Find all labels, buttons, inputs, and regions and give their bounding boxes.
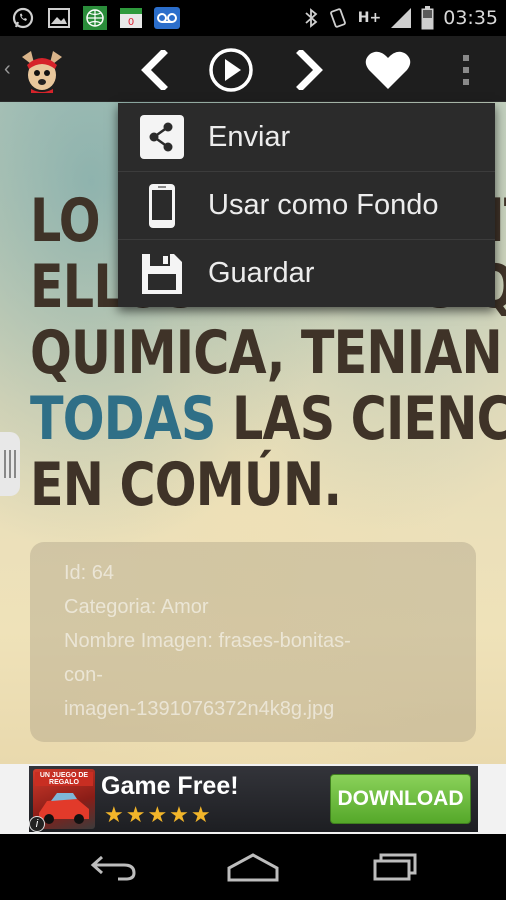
overflow-menu-icon (463, 55, 469, 85)
image-name-line-3: imagen-1391076372n4k8g.jpg (64, 698, 335, 720)
globe-icon (82, 5, 108, 31)
menu-label-usar-como-fondo: Usar como Fondo (208, 189, 439, 221)
drawer-handle[interactable] (0, 432, 20, 496)
image-category: Categoria: Amor (64, 596, 209, 618)
image-icon (46, 5, 72, 31)
menu-item-usar-como-fondo[interactable]: Usar como Fondo (118, 171, 495, 239)
clock: 03:35 (443, 7, 498, 29)
image-name-line-1: Nombre Imagen: frases-bonitas- (64, 630, 351, 652)
next-icon (296, 50, 323, 90)
home-button[interactable] (218, 846, 288, 888)
ad-download-button[interactable]: DOWNLOAD (330, 774, 471, 824)
recent-apps-button[interactable] (360, 846, 430, 888)
back-icon (90, 855, 136, 881)
app-logo[interactable] (17, 45, 67, 95)
menu-label-guardar: Guardar (208, 257, 315, 289)
voicemail-icon (154, 5, 180, 31)
recent-apps-icon (373, 853, 417, 881)
whatsapp-icon (10, 5, 36, 31)
bluetooth-icon (305, 8, 318, 28)
ad-info-icon[interactable]: i (29, 816, 45, 832)
svg-text:0: 0 (128, 17, 134, 28)
overflow-menu-button[interactable] (440, 44, 492, 96)
ad-banner[interactable]: UN JUEGO DE REGALO i Game Free! ★★★★★ DO… (29, 766, 478, 832)
ad-title: Game Free! (101, 772, 239, 800)
favorite-heart-icon (365, 51, 411, 89)
up-caret-icon[interactable]: ‹ (4, 58, 11, 81)
favorite-button[interactable] (362, 44, 414, 96)
play-icon (209, 48, 253, 92)
share-icon (140, 115, 184, 159)
quote-line-4-rest: LAS CIENCIAS (231, 384, 506, 454)
system-status: H+ 03:35 (304, 4, 498, 32)
battery-icon (421, 6, 434, 30)
overflow-popup-menu: Enviar Usar como Fondo Guardar (118, 103, 495, 307)
save-icon (140, 252, 184, 296)
quote-line-4: TODAS LAS CIENCIAS (30, 384, 506, 454)
quote-highlight: TODAS (30, 384, 216, 454)
previous-button[interactable] (128, 44, 180, 96)
menu-item-enviar[interactable]: Enviar (118, 103, 495, 171)
previous-icon (141, 50, 168, 90)
menu-item-guardar[interactable]: Guardar (118, 239, 495, 307)
action-bar: ‹ (0, 36, 506, 102)
play-button[interactable] (205, 44, 257, 96)
ad-area: UN JUEGO DE REGALO i Game Free! ★★★★★ DO… (0, 764, 506, 834)
home-icon (227, 853, 279, 882)
signal-icon (391, 8, 412, 28)
quote-line-5: EN COMÚN. (30, 450, 342, 520)
image-id: Id: 64 (64, 562, 115, 584)
image-name-line-2: con- (64, 664, 103, 686)
network-type: H+ (357, 10, 382, 26)
next-button[interactable] (284, 44, 336, 96)
back-button[interactable] (78, 846, 148, 888)
ad-rating-stars: ★★★★★ (104, 802, 213, 827)
menu-label-enviar: Enviar (208, 120, 291, 153)
vibrate-icon (329, 8, 346, 28)
navigation-bar (0, 834, 506, 900)
phone-icon (140, 183, 184, 228)
status-bar: 0 H+ 03:35 (0, 0, 506, 36)
quote-line-3: QUIMICA, TENIAN (30, 318, 503, 388)
notification-icons: 0 (10, 5, 180, 31)
calendar-icon: 0 (118, 5, 144, 31)
